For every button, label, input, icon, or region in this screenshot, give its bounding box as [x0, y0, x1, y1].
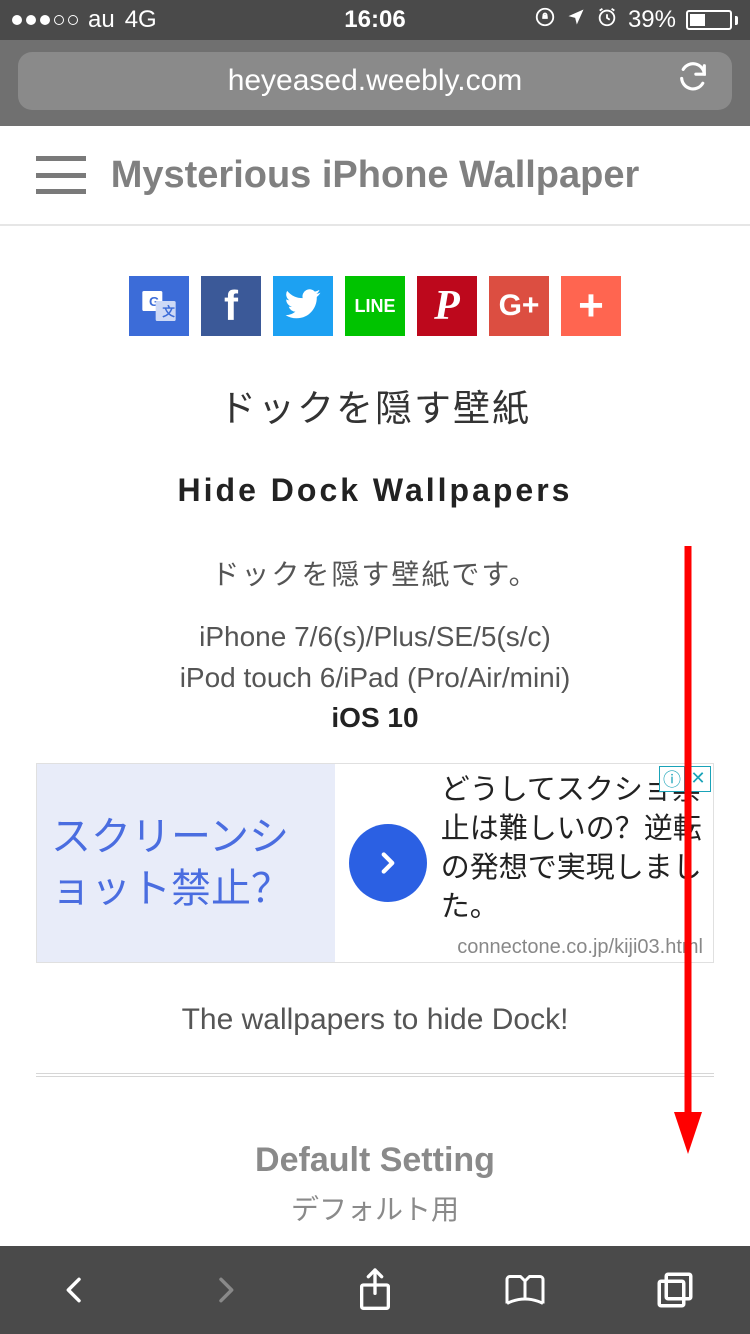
google-plus-icon: G+ [499, 289, 540, 323]
line-button[interactable]: LINE [345, 276, 405, 336]
section-title: Default Setting [30, 1141, 720, 1180]
site-header: Mysterious iPhone Wallpaper [0, 126, 750, 226]
orientation-lock-icon [534, 6, 556, 35]
line-icon: LINE [354, 296, 395, 317]
description-jp: ドックを隠す壁紙です。 [30, 553, 720, 593]
ios-status-bar: au 4G 16:06 39% [0, 0, 750, 40]
compatibility: iPhone 7/6(s)/Plus/SE/5(s/c) iPod touch … [30, 617, 720, 739]
ad-info-icon[interactable]: ⓘ [659, 766, 685, 792]
alarm-icon [596, 6, 618, 35]
tagline-en: The wallpapers to hide Dock! [30, 1003, 720, 1037]
advertisement[interactable]: スクリーンショット禁止？ どうしてスクショ禁止は難しいの？逆転の発想で実現しまし… [36, 763, 714, 963]
signal-dots-icon [12, 15, 78, 25]
page-content: G文 f LINE P G+ + ドックを隠す壁紙 Hide Dock Wall… [0, 276, 750, 1228]
carrier-label: au [88, 6, 115, 34]
addthis-button[interactable]: + [561, 276, 621, 336]
pinterest-icon: P [434, 282, 460, 330]
twitter-icon [284, 285, 322, 328]
ad-arrow-icon [349, 824, 427, 902]
clock: 16:06 [344, 6, 405, 34]
facebook-button[interactable]: f [201, 276, 261, 336]
location-icon [566, 6, 586, 34]
facebook-icon: f [224, 282, 238, 330]
divider [36, 1073, 714, 1077]
ad-close-icon[interactable]: ✕ [685, 766, 711, 792]
twitter-button[interactable] [273, 276, 333, 336]
forward-button[interactable] [195, 1260, 255, 1320]
ad-body: どうしてスクショ禁止は難しいの？逆転の発想で実現しました。 connectone… [441, 764, 713, 962]
back-button[interactable] [45, 1260, 105, 1320]
svg-text:文: 文 [162, 304, 175, 319]
plus-icon: + [578, 281, 604, 331]
ad-text: どうしてスクショ禁止は難しいの？逆転の発想で実現しました。 [441, 771, 703, 928]
address-bar[interactable]: heyeased.weebly.com [18, 52, 732, 110]
compat-os: iOS 10 [30, 698, 720, 739]
google-translate-button[interactable]: G文 [129, 276, 189, 336]
url-text: heyeased.weebly.com [228, 64, 523, 98]
section-subtitle: デフォルト用 [30, 1188, 720, 1228]
reload-icon[interactable] [676, 60, 710, 102]
page-title: Mysterious iPhone Wallpaper [0, 154, 750, 197]
browser-chrome: heyeased.weebly.com [0, 40, 750, 126]
bookmarks-button[interactable] [495, 1260, 555, 1320]
compat-line-2: iPod touch 6/iPad (Pro/Air/mini) [30, 658, 720, 699]
status-left: au 4G [12, 6, 157, 34]
ad-url: connectone.co.jp/kiji03.html [441, 934, 703, 961]
pinterest-button[interactable]: P [417, 276, 477, 336]
safari-toolbar [0, 1246, 750, 1334]
ad-headline: スクリーンショット禁止？ [37, 764, 335, 962]
title-jp: ドックを隠す壁紙 [30, 378, 720, 432]
network-label: 4G [125, 6, 157, 34]
share-row: G文 f LINE P G+ + [30, 276, 720, 336]
status-right: 39% [534, 6, 738, 35]
battery-pct: 39% [628, 6, 676, 34]
google-plus-button[interactable]: G+ [489, 276, 549, 336]
tabs-button[interactable] [645, 1260, 705, 1320]
menu-icon[interactable] [36, 156, 86, 194]
battery-icon [686, 10, 738, 30]
compat-line-1: iPhone 7/6(s)/Plus/SE/5(s/c) [30, 617, 720, 658]
share-button[interactable] [345, 1260, 405, 1320]
title-en: Hide Dock Wallpapers [30, 472, 720, 509]
ad-controls: ⓘ ✕ [659, 766, 711, 792]
